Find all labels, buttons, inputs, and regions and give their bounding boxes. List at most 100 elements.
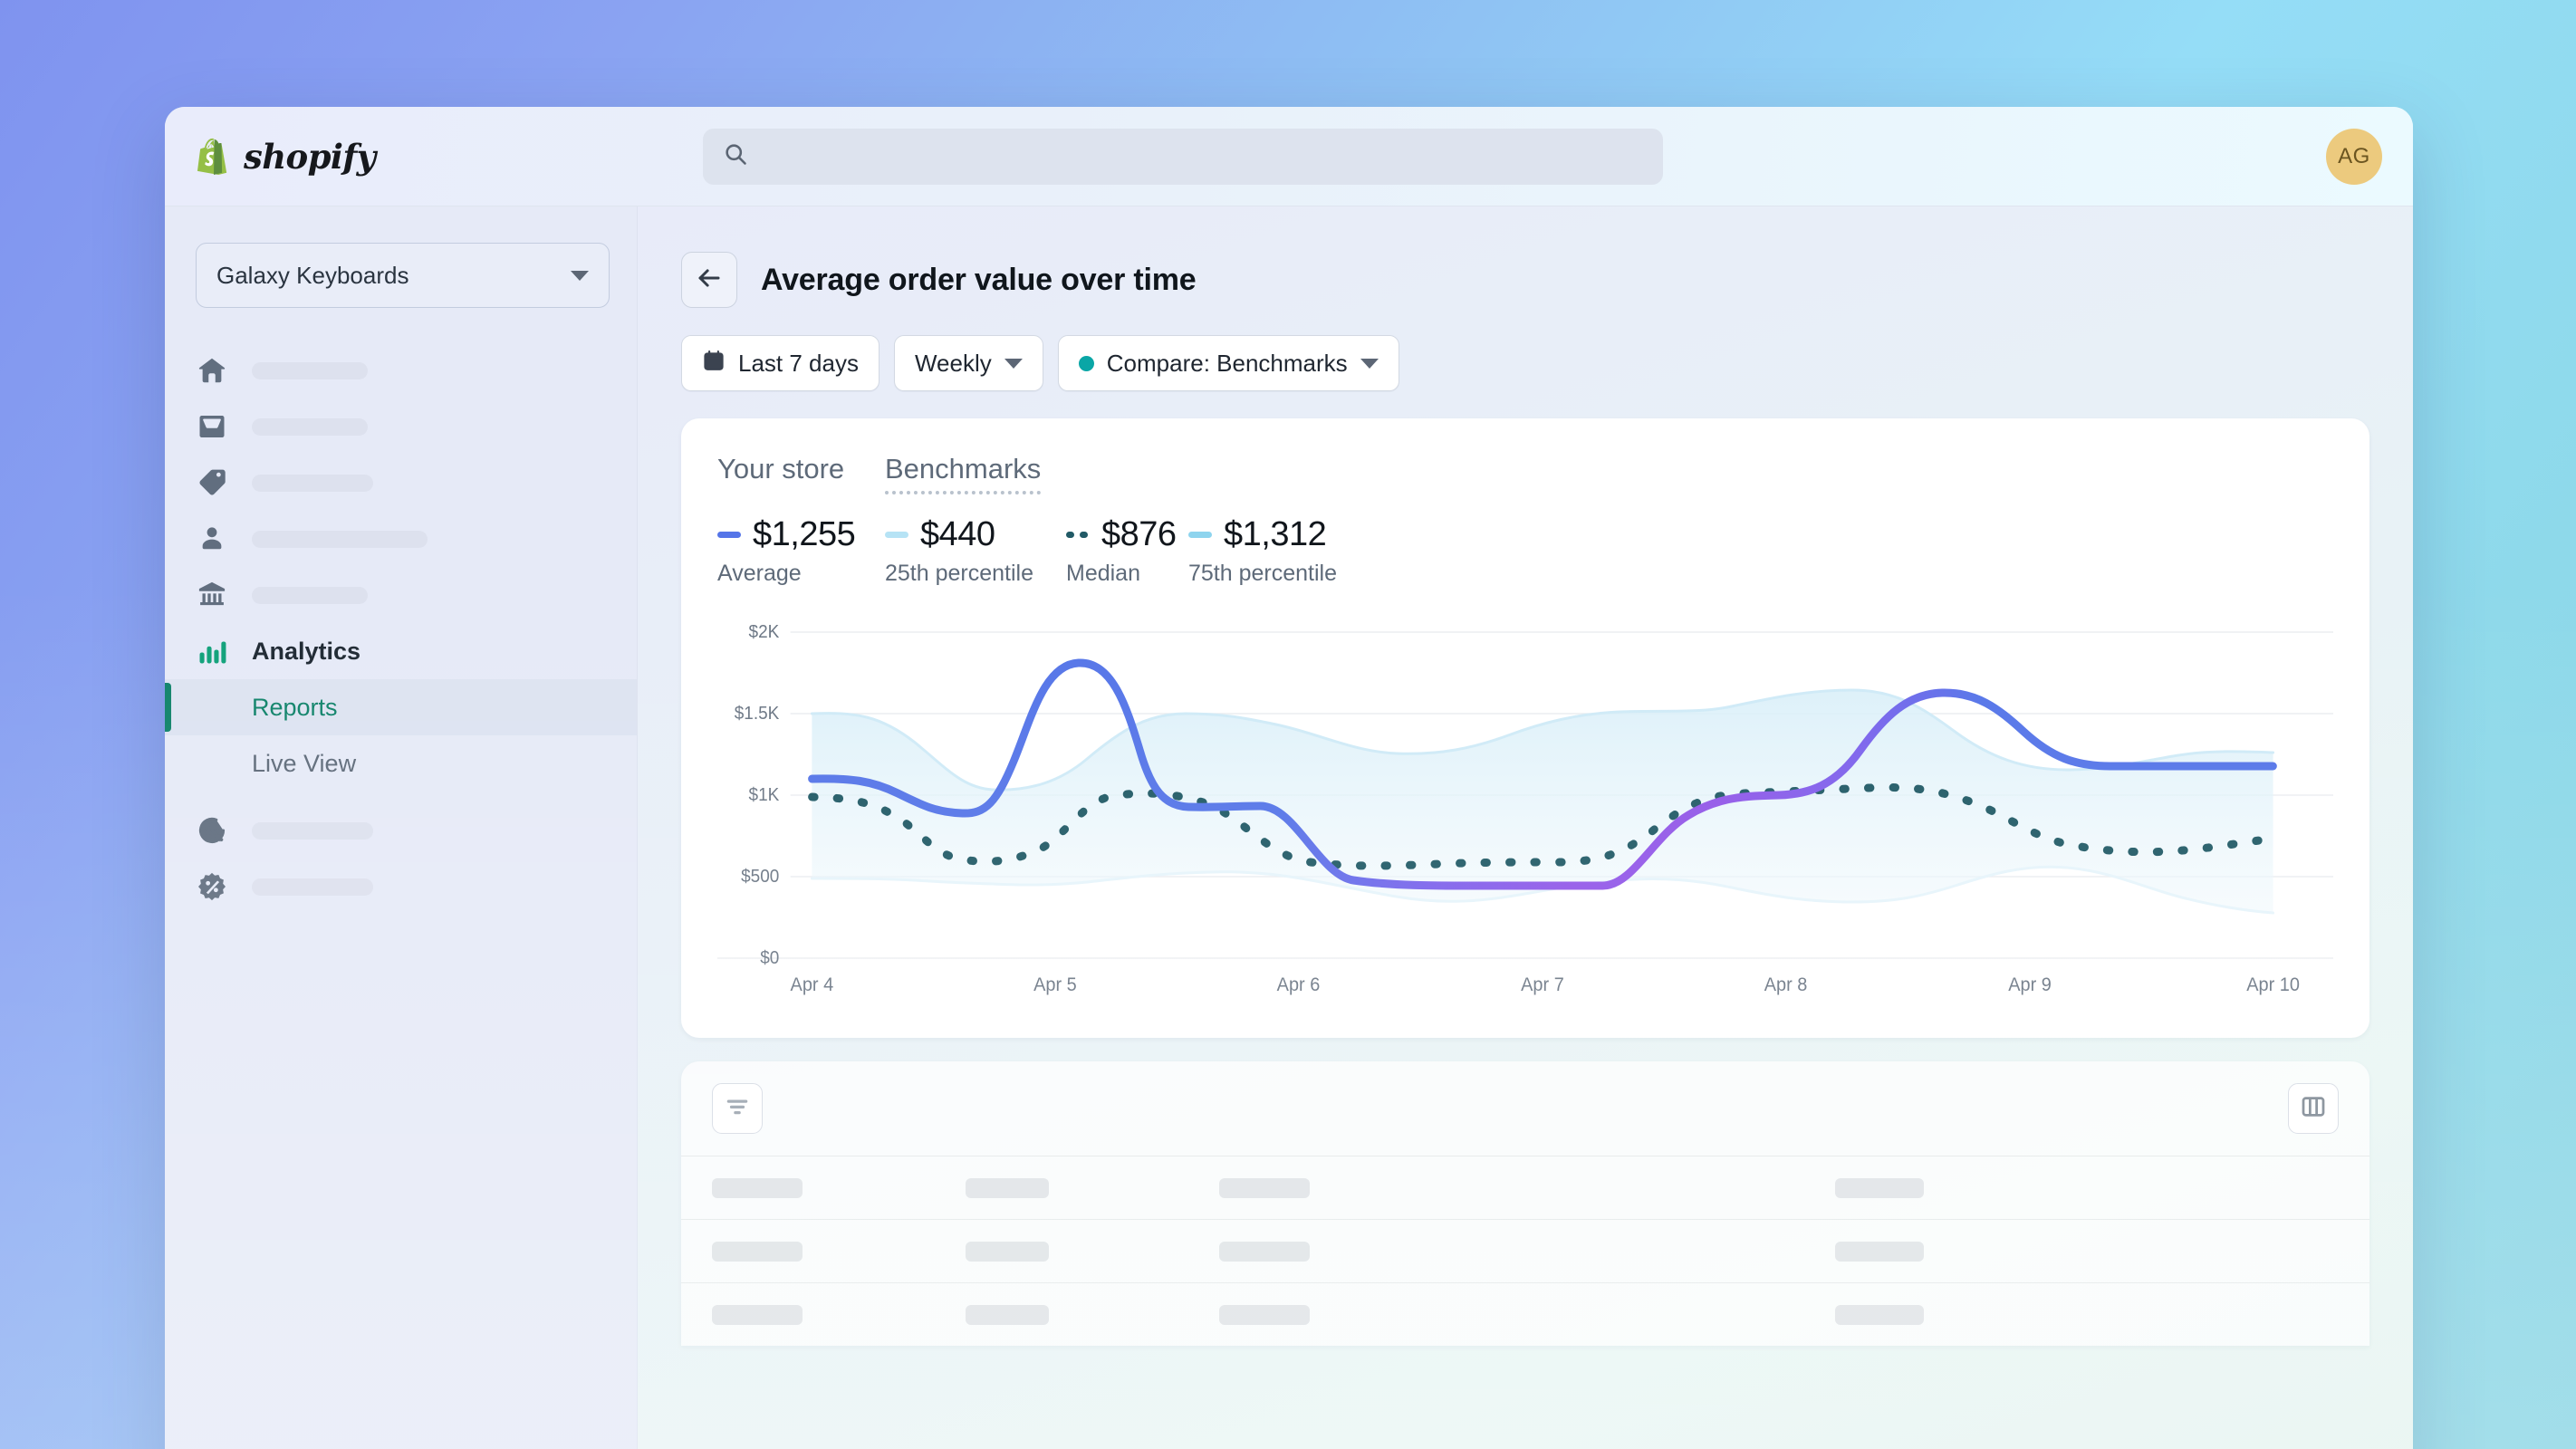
table-cell [1835,1304,2089,1325]
search-input[interactable] [761,143,1643,169]
filter-bar: Last 7 days Weekly Compare: Benchmarks [681,335,2369,391]
data-table-card [681,1061,2369,1346]
store-icon [196,579,228,611]
date-range-filter[interactable]: Last 7 days [681,335,879,391]
sidebar-item-products[interactable] [165,455,637,511]
inbox-icon [196,410,228,443]
legend-swatch-p75 [1188,532,1212,538]
table-row[interactable] [681,1156,2369,1219]
legend-group-benchmarks: Benchmarks [885,453,1042,494]
sidebar: Galaxy Keyboards Analytics Reports Live … [165,206,638,1449]
legend-sub-p75: 75th percentile [1188,561,1338,586]
table-cell [712,1304,966,1325]
aov-line-chart: $2K $1.5K $1K $500 $0 Apr 4 Apr 5 Apr 6 … [717,625,2333,996]
desktop-background: shopify AG Galaxy Keyboards Analytics Re… [0,0,2576,1449]
arrow-left-icon [696,264,723,296]
svg-text:Apr 10: Apr 10 [2246,974,2300,996]
svg-text:Apr 9: Apr 9 [2008,974,2052,996]
svg-text:Apr 5: Apr 5 [1033,974,1077,996]
table-cell [966,1304,1219,1325]
legend-item-median[interactable]: $876 Median [1066,515,1188,587]
cell-placeholder [1219,1177,1310,1198]
svg-text:Apr 6: Apr 6 [1277,974,1321,996]
table-row[interactable] [681,1282,2369,1346]
legend-item-p75[interactable]: $1,312 75th percentile [1188,515,1337,587]
sidebar-item-label-placeholder [252,586,368,604]
top-bar: shopify AG [165,107,2413,206]
cell-placeholder [1835,1304,1924,1325]
shopify-wordmark: shopify [244,136,376,177]
sidebar-item-label-placeholder [252,821,373,840]
sidebar-item-marketing[interactable] [165,802,637,859]
chevron-down-icon [1360,358,1379,369]
svg-text:Apr 4: Apr 4 [791,974,834,996]
shopify-logo[interactable]: shopify [197,137,668,177]
legend-sub-p25: 25th percentile [885,561,1034,586]
sidebar-item-orders[interactable] [165,398,637,455]
columns-button[interactable] [2288,1083,2339,1134]
sidebar-item-home[interactable] [165,342,637,398]
discount-percent-icon [196,870,228,903]
page-header: Average order value over time [681,252,2369,308]
sidebar-item-live-view[interactable]: Live View [165,735,637,792]
chevron-down-icon [571,270,589,281]
filter-button[interactable] [712,1083,763,1134]
svg-text:Apr 8: Apr 8 [1764,974,1808,996]
sidebar-item-finance[interactable] [165,567,637,623]
table-cell [966,1241,1219,1262]
svg-text:$500: $500 [741,867,779,888]
legend-value-p75: $1,312 [1224,515,1327,553]
store-selector[interactable]: Galaxy Keyboards [196,243,610,308]
cell-placeholder [712,1177,803,1198]
legend-sub-median: Median [1066,561,1140,586]
sidebar-item-label-placeholder [252,530,428,548]
table-cell [1835,1241,2089,1262]
chart-x-axis: Apr 4 Apr 5 Apr 6 Apr 7 Apr 8 Apr 9 Apr … [791,974,2300,996]
legend-group-your-store: Your store [717,453,845,485]
sidebar-item-label-placeholder [252,474,373,492]
svg-text:$2K: $2K [749,625,780,642]
table-cell [1835,1177,2089,1198]
app-body: Galaxy Keyboards Analytics Reports Live … [165,206,2413,1449]
legend-swatch-p25 [885,532,908,538]
table-toolbar [681,1061,2369,1156]
sidebar-item-reports[interactable]: Reports [165,679,637,735]
sidebar-item-label-placeholder [252,878,373,896]
cell-placeholder [1835,1241,1924,1262]
store-name: Galaxy Keyboards [216,261,409,289]
avatar-initials: AG [2338,143,2370,168]
sidebar-item-label: Analytics [252,637,361,665]
sidebar-item-discounts[interactable] [165,859,637,915]
back-button[interactable] [681,252,737,308]
chevron-down-icon [1004,358,1023,369]
cell-placeholder [1835,1177,1924,1198]
sidebar-subitem-label: Reports [252,693,338,721]
svg-text:$1K: $1K [749,785,780,806]
legend-swatch-median [1066,532,1090,538]
table-cell [1219,1304,1473,1325]
cell-placeholder [966,1304,1049,1325]
cell-placeholder [1219,1304,1310,1325]
legend-value-p25: $440 [920,515,995,553]
chart-plot-area: $2K $1.5K $1K $500 $0 Apr 4 Apr 5 Apr 6 … [717,625,2333,1014]
legend-value-median: $876 [1101,515,1177,553]
global-search[interactable] [703,128,1663,185]
granularity-filter[interactable]: Weekly [893,335,1043,391]
table-row[interactable] [681,1219,2369,1282]
cell-placeholder [966,1241,1049,1262]
legend-items: $1,255 Average $440 25th percentile $876… [717,515,2333,587]
sidebar-item-customers[interactable] [165,511,637,567]
legend-item-average[interactable]: $1,255 Average [717,515,885,587]
avatar[interactable]: AG [2326,128,2382,185]
cell-placeholder [712,1304,803,1325]
home-icon [196,354,228,387]
analytics-icon [196,635,228,667]
legend-item-p25[interactable]: $440 25th percentile [885,515,1066,587]
sidebar-item-analytics[interactable]: Analytics [165,623,637,679]
legend-value-average: $1,255 [753,515,856,553]
legend-group-headers: Your store Benchmarks [717,453,2333,494]
date-range-label: Last 7 days [738,349,859,377]
compare-label: Compare: Benchmarks [1106,349,1348,377]
compare-filter[interactable]: Compare: Benchmarks [1057,335,1399,391]
table-cell [712,1241,966,1262]
